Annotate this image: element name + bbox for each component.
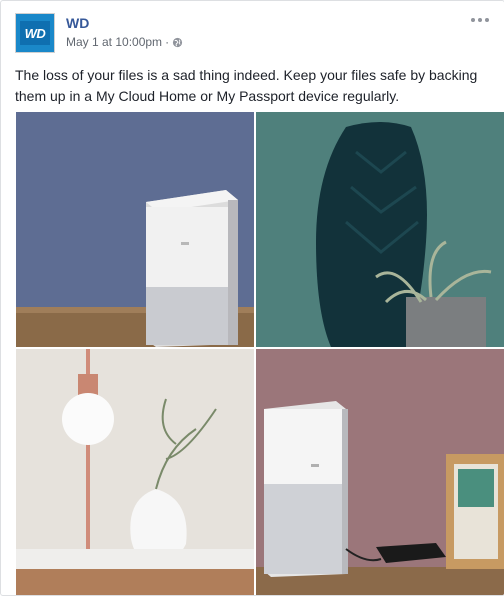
photo-cloud-home-passport[interactable] [256,349,504,595]
more-options-icon[interactable] [468,13,492,27]
post-header: WD WD May 1 at 10:00pm · [15,11,492,55]
page-avatar[interactable]: WD [15,13,55,53]
photo-cloud-home-shelf[interactable] [16,112,254,347]
post-card: WD WD May 1 at 10:00pm · The loss of you… [0,0,504,596]
photo-grid [16,112,504,595]
globe-icon[interactable] [172,37,183,48]
wd-logo: WD [20,21,50,45]
more-dot [485,18,489,22]
author-name[interactable]: WD [66,15,89,31]
more-dot [478,18,482,22]
logo-text: WD [24,25,46,41]
photo-lamp-vase[interactable] [16,349,254,595]
post-message: The loss of your files is a sad thing in… [15,67,478,104]
photo-teal-vase[interactable] [256,112,504,347]
more-dot [471,18,475,22]
post-meta: May 1 at 10:00pm · [66,35,183,49]
timestamp[interactable]: May 1 at 10:00pm [66,35,162,49]
meta-separator: · [165,35,170,49]
